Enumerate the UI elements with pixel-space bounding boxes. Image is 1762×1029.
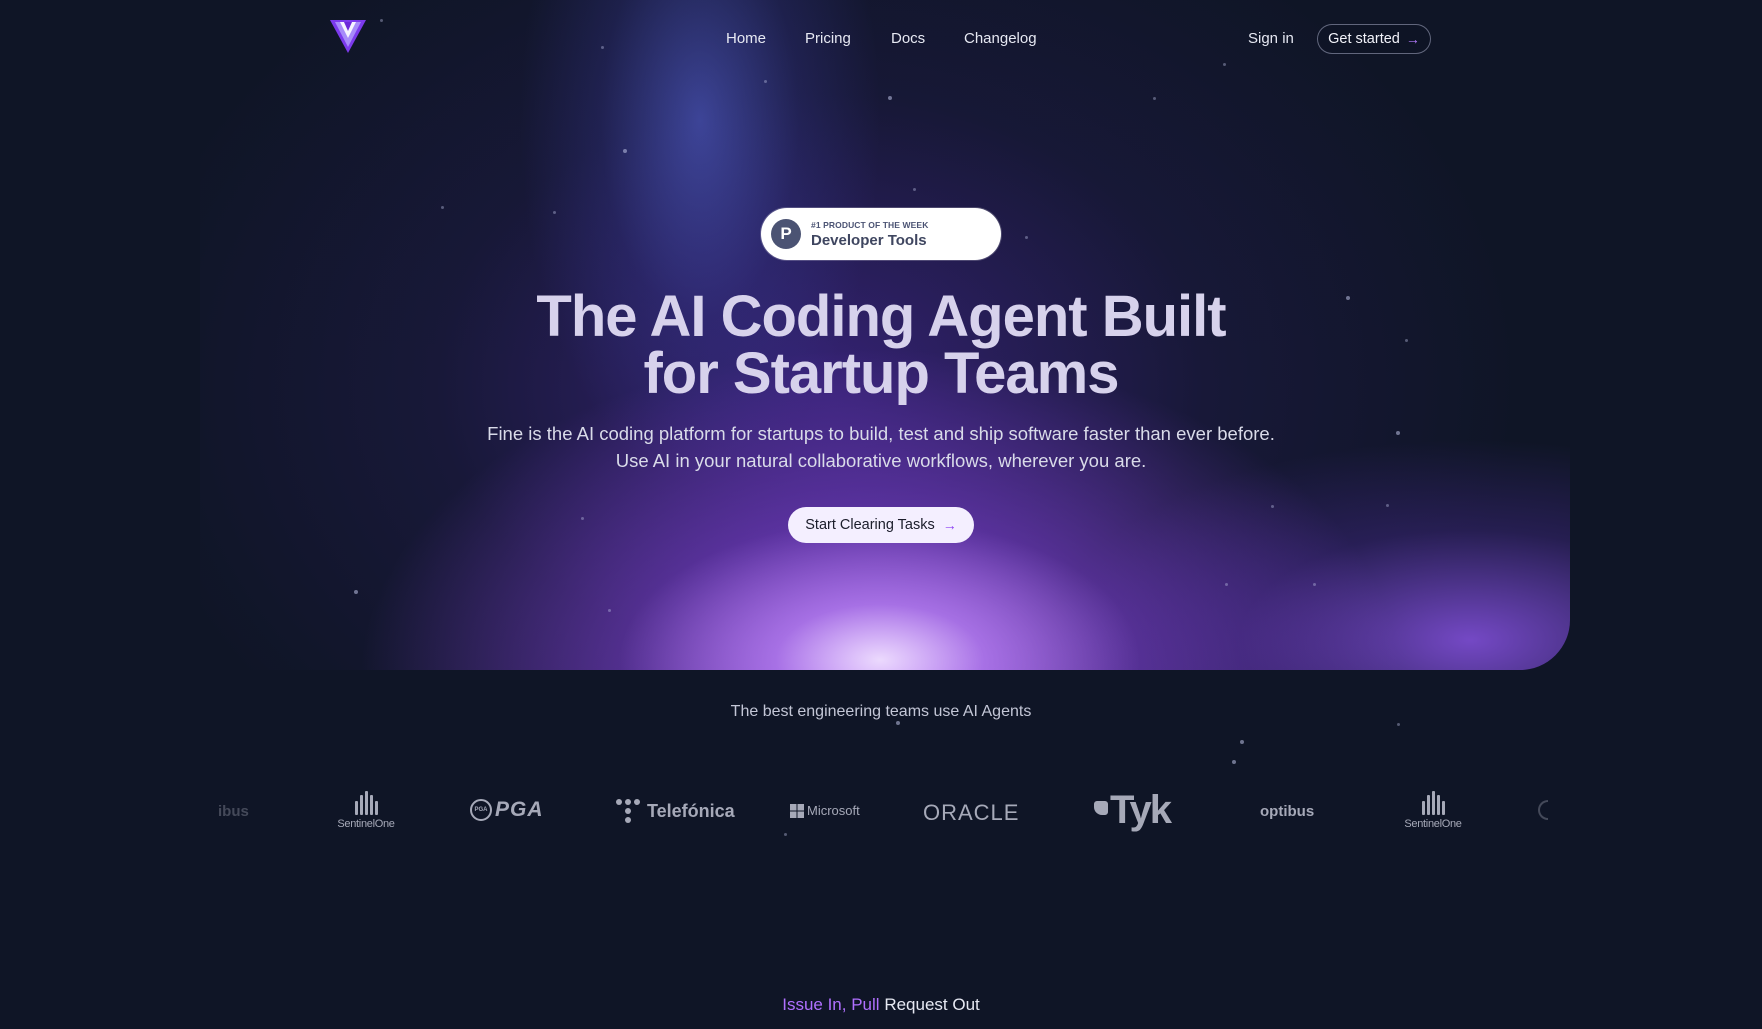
main-nav: Home Pricing Docs Changelog (0, 30, 1762, 52)
product-hunt-badge[interactable]: P #1 PRODUCT OF THE WEEK Developer Tools (761, 208, 1001, 260)
start-clearing-tasks-button[interactable]: Start Clearing Tasks → (788, 507, 974, 543)
arrow-right-icon: → (942, 517, 957, 533)
star (623, 149, 627, 153)
star (1223, 63, 1226, 66)
get-started-button[interactable]: Get started → (1317, 24, 1431, 54)
star (888, 96, 892, 100)
nav-pricing[interactable]: Pricing (805, 30, 851, 47)
star (1405, 339, 1408, 342)
cta-label: Start Clearing Tasks (805, 517, 935, 533)
sentinelone-icon (330, 791, 402, 815)
section-title-purple-2: Pull (851, 995, 880, 1014)
section-title-white: Request Out (884, 995, 980, 1014)
star (913, 188, 916, 191)
pga-seal-partial-icon (1538, 800, 1548, 820)
get-started-label: Get started (1328, 31, 1400, 47)
star (553, 211, 556, 214)
product-hunt-icon: P (771, 219, 801, 249)
section-title-purple: Issue In, (782, 995, 847, 1014)
telefonica-icon (616, 799, 640, 823)
star (1240, 740, 1244, 744)
client-logo-strip: ibus SentinelOne PGA PGA Telefónica Micr… (0, 780, 1762, 840)
telefonica-logo: Telefónica (615, 798, 735, 824)
star (1313, 583, 1316, 586)
microsoft-icon (790, 803, 804, 818)
star (1271, 505, 1274, 508)
sentinelone-text: SentinelOne (337, 818, 395, 830)
star (1232, 760, 1236, 764)
star (581, 517, 584, 520)
sentinelone-logo-2: SentinelOne (1397, 791, 1469, 830)
star (764, 80, 767, 83)
star (1153, 97, 1156, 100)
tyk-icon (1094, 800, 1108, 815)
sentinelone-icon (1397, 791, 1469, 815)
headline-line-1: The AI Coding Agent Built (536, 284, 1226, 349)
nav-home[interactable]: Home (726, 30, 766, 47)
badge-caption: #1 PRODUCT OF THE WEEK (811, 220, 929, 230)
arrow-right-icon: → (1405, 31, 1420, 47)
star (608, 609, 611, 612)
pga-seal-icon: PGA (470, 799, 492, 821)
pga-text: PGA (495, 798, 544, 821)
hero-subtext: Fine is the AI coding platform for start… (487, 423, 1275, 471)
nav-docs[interactable]: Docs (891, 30, 925, 47)
sign-in-link[interactable]: Sign in (1248, 30, 1294, 47)
star (354, 590, 358, 594)
pga-logo: PGA PGA (470, 798, 544, 822)
section-title: Issue In, Pull Request Out (0, 995, 1762, 1015)
sentinelone-logo: SentinelOne (330, 791, 402, 830)
microsoft-logo: Microsoft (790, 803, 860, 818)
star (380, 19, 383, 22)
headline-line-2: for Startup Teams (643, 341, 1119, 406)
star (1396, 431, 1400, 435)
hero-headline: The AI Coding Agent Built for Startup Te… (380, 288, 1382, 403)
star (1025, 236, 1028, 239)
star (1397, 723, 1400, 726)
oracle-logo: ORACLE (923, 800, 1020, 825)
star (1386, 504, 1389, 507)
optibus-logo: optibus (1260, 803, 1315, 820)
nav-changelog[interactable]: Changelog (964, 30, 1037, 47)
telefonica-text: Telefónica (647, 800, 735, 821)
sentinelone-text: SentinelOne (1404, 818, 1462, 830)
star (1225, 583, 1228, 586)
microsoft-text: Microsoft (807, 803, 860, 818)
teams-tagline: The best engineering teams use AI Agents (730, 703, 1032, 720)
badge-category: Developer Tools (811, 232, 927, 249)
tyk-logo: Tyk (1094, 788, 1172, 833)
tyk-text: Tyk (1110, 788, 1172, 832)
pga-logo-partial (1538, 800, 1548, 825)
optibus-logo-partial: ibus (218, 803, 249, 820)
star (441, 206, 444, 209)
optibus-partial-text: ibus (218, 803, 249, 820)
star (896, 721, 900, 725)
